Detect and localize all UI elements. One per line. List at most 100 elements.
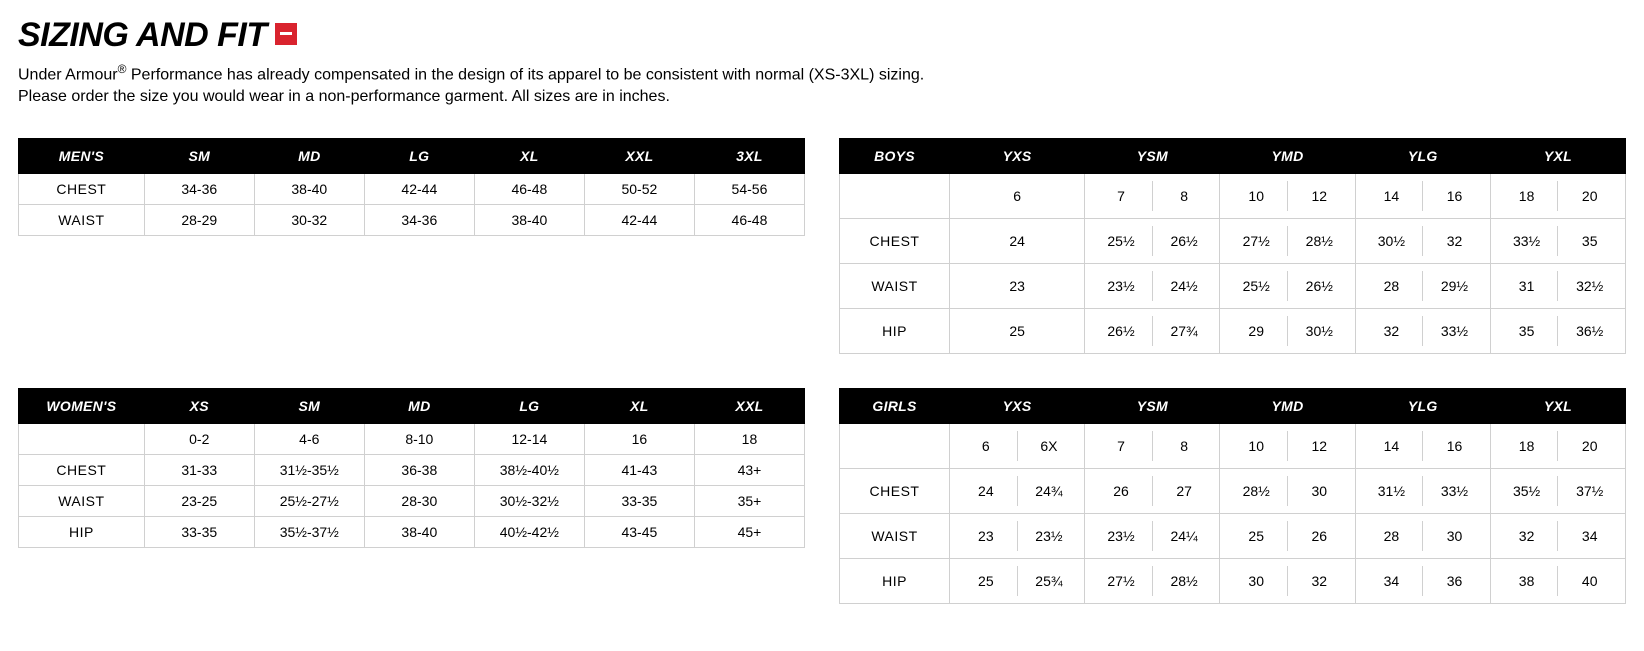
row-label: HIP [840,308,950,353]
size-cell: 2930½ [1220,308,1355,353]
size-cell: 23½24¼ [1085,513,1220,558]
size-cell: 30½32 [1355,218,1490,263]
size-cell: 27½28½ [1085,558,1220,603]
size-cell: 12-14 [474,423,584,454]
size-header: 3XL [694,138,804,173]
size-cell: 30-32 [254,204,364,235]
table-row: 678101214161820 [840,173,1626,218]
size-cell: 1820 [1490,173,1625,218]
size-header: YSM [1085,138,1220,173]
size-cell: 46-48 [474,173,584,204]
size-cell: 25½26½ [1085,218,1220,263]
table-row: WAIST2323½24½25½26½2829½3132½ [840,263,1626,308]
row-label: WAIST [840,513,950,558]
girls-chart: GIRLSYXSYSMYMDYLGYXL66X78101214161820CHE… [839,388,1626,604]
size-cell: 42-44 [364,173,474,204]
size-header: YXL [1490,388,1625,423]
size-cell: 1416 [1355,423,1490,468]
size-cell: 3132½ [1490,263,1625,308]
size-header: XL [584,388,694,423]
size-cell: 1012 [1220,173,1355,218]
size-cell: 38-40 [474,204,584,235]
size-header: YXL [1490,138,1625,173]
size-cell: 28½30 [1220,468,1355,513]
size-cell: 6 [950,173,1085,218]
row-label: WAIST [19,204,145,235]
mens-table: MEN'SSMMDLGXLXXL3XLCHEST34-3638-4042-444… [18,138,805,236]
size-header: XS [144,388,254,423]
size-header: XL [474,138,584,173]
size-cell: 16 [584,423,694,454]
size-cell: 41-43 [584,454,694,485]
size-cell: 35½-37½ [254,516,364,547]
table-row: HIP33-3535½-37½38-4040½-42½43-4545+ [19,516,805,547]
size-cell: 2424¾ [950,468,1085,513]
size-header: YLG [1355,388,1490,423]
size-header: LG [474,388,584,423]
row-label: HIP [19,516,145,547]
size-cell: 31½-35½ [254,454,364,485]
size-cell: 34-36 [144,173,254,204]
size-cell: 3436 [1355,558,1490,603]
row-label: CHEST [19,173,145,204]
size-cell: 38½-40½ [474,454,584,485]
size-cell: 28-30 [364,485,474,516]
size-header: YSM [1085,388,1220,423]
collapse-button[interactable] [275,23,297,45]
size-cell: 46-48 [694,204,804,235]
size-header: MD [364,388,474,423]
size-cell: 31-33 [144,454,254,485]
size-cell: 8-10 [364,423,474,454]
size-cell: 0-2 [144,423,254,454]
table-row: WAIST28-2930-3234-3638-4042-4446-48 [19,204,805,235]
size-cell: 2829½ [1355,263,1490,308]
girls-table: GIRLSYXSYSMYMDYLGYXL66X78101214161820CHE… [839,388,1626,604]
size-cell: 27½28½ [1220,218,1355,263]
size-cell: 54-56 [694,173,804,204]
size-cell: 25½26½ [1220,263,1355,308]
size-cell: 23 [950,263,1085,308]
size-header: XXL [694,388,804,423]
size-cell: 78 [1085,423,1220,468]
table-row: 66X78101214161820 [840,423,1626,468]
size-cell: 24 [950,218,1085,263]
table-row: CHEST2424¾262728½3031½33½35½37½ [840,468,1626,513]
minus-icon [280,32,292,35]
size-cell: 40½-42½ [474,516,584,547]
size-header: SM [144,138,254,173]
size-header: SM [254,388,364,423]
size-cell: 31½33½ [1355,468,1490,513]
boys-table: BOYSYXSYSMYMDYLGYXL678101214161820CHEST2… [839,138,1626,354]
size-cell: 66X [950,423,1085,468]
size-cell: 2627 [1085,468,1220,513]
page-title: SIZING AND FIT [18,16,267,55]
size-cell: 1012 [1220,423,1355,468]
row-label: HIP [840,558,950,603]
size-cell: 78 [1085,173,1220,218]
size-cell: 23½24½ [1085,263,1220,308]
size-cell: 50-52 [584,173,694,204]
size-cell: 4-6 [254,423,364,454]
size-cell: 18 [694,423,804,454]
table-row: WAIST2323½23½24¼252628303234 [840,513,1626,558]
size-cell: 33½35 [1490,218,1625,263]
size-cell: 1416 [1355,173,1490,218]
size-cell: 38-40 [254,173,364,204]
table-title: WOMEN'S [19,388,145,423]
size-header: YLG [1355,138,1490,173]
size-cell: 33-35 [584,485,694,516]
size-cell: 38-40 [364,516,474,547]
size-cell: 2525¾ [950,558,1085,603]
size-cell: 33-35 [144,516,254,547]
table-title: GIRLS [840,388,950,423]
size-cell: 25½-27½ [254,485,364,516]
size-cell: 35½37½ [1490,468,1625,513]
size-cell: 45+ [694,516,804,547]
size-cell: 30½-32½ [474,485,584,516]
row-label: CHEST [840,218,950,263]
size-cell: 25 [950,308,1085,353]
size-cell: 42-44 [584,204,694,235]
size-cell: 3536½ [1490,308,1625,353]
table-row: HIP2525¾27½28½303234363840 [840,558,1626,603]
size-cell: 43+ [694,454,804,485]
